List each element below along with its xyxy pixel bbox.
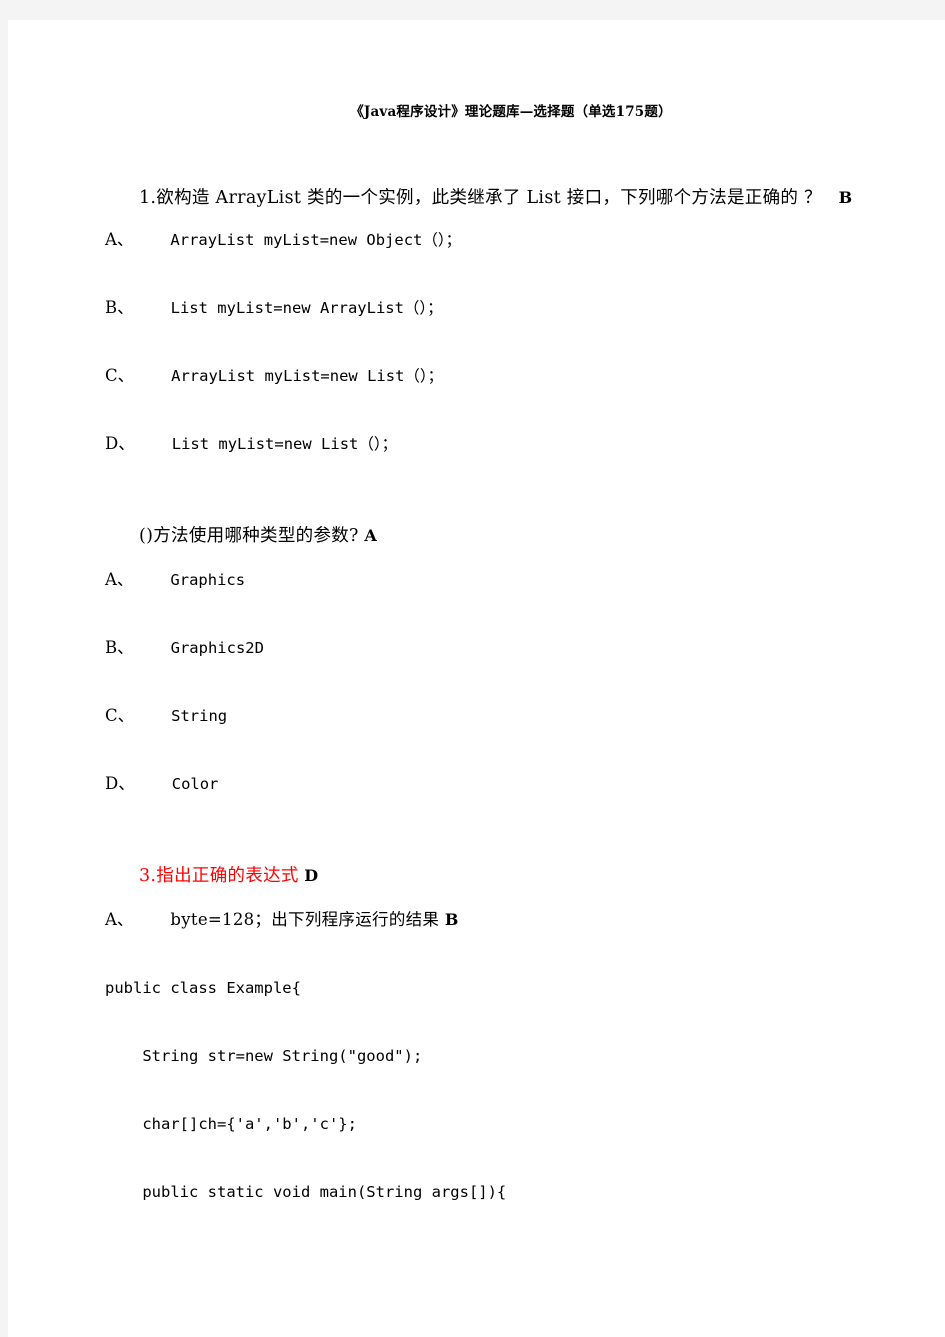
option-label: C、: [105, 366, 135, 385]
option-label: A、: [105, 910, 134, 929]
document-page: 《Java程序设计》理论题库—选择题（单选175题） 1.欲构造 ArrayLi…: [8, 20, 945, 1337]
question-stem-row: 1.欲构造 ArrayList 类的一个实例，此类继承了 List 接口，下列哪…: [105, 162, 905, 234]
option-row[interactable]: A、 ArrayList myList=new Object（）；: [105, 228, 905, 296]
option-row[interactable]: A、 Graphics: [105, 568, 905, 636]
question-stem-row: ()方法使用哪种类型的参数? A: [105, 500, 905, 572]
option-label: B、: [105, 638, 134, 657]
option-text: List myList=new ArrayList（）；: [170, 299, 443, 317]
code-line: public class Example{: [105, 979, 301, 997]
option-text: ArrayList myList=new Object（）；: [170, 231, 462, 249]
option-row[interactable]: C、 ArrayList myList=new List（）；: [105, 364, 905, 432]
question-stem: ()方法使用哪种类型的参数?: [139, 526, 359, 546]
option-text: Graphics2D: [170, 639, 264, 657]
document-body: 《Java程序设计》理论题库—选择题（单选175题） 1.欲构造 ArrayLi…: [105, 102, 905, 1248]
question-number: 1.: [139, 188, 157, 208]
question-stem: 欲构造 ArrayList 类的一个实例，此类继承了 List 接口，下列哪个方…: [156, 188, 822, 208]
option-label: D、: [105, 434, 135, 453]
option-text: List myList=new List（）；: [171, 435, 398, 453]
question-block: ()方法使用哪种类型的参数? A: [105, 500, 905, 568]
question-stem-row: 3.指出正确的表达式 D: [105, 840, 905, 912]
option-label: A、: [105, 570, 134, 589]
option-row[interactable]: D、 Color: [105, 772, 905, 840]
question-block: 1.欲构造 ArrayList 类的一个实例，此类继承了 List 接口，下列哪…: [105, 122, 905, 228]
option-row[interactable]: A、 byte=128；出下列程序运行的结果 B: [105, 908, 905, 976]
option-row[interactable]: D、 List myList=new List（）；: [105, 432, 905, 500]
code-line-row: public static void main(String args[]){: [105, 1180, 905, 1248]
option-row[interactable]: C、 String: [105, 704, 905, 772]
code-line-row: String str=new String("good");: [105, 1044, 905, 1112]
code-line: char[]ch={'a','b','c'};: [105, 1115, 357, 1133]
option-answer: B: [444, 910, 459, 929]
code-line: String str=new String("good");: [105, 1047, 423, 1065]
option-label: C、: [105, 706, 135, 725]
option-text: byte=128；出下列程序运行的结果: [170, 910, 440, 929]
question-answer: D: [304, 866, 319, 885]
question-block: 3.指出正确的表达式 D: [105, 840, 905, 908]
option-text: Graphics: [170, 571, 246, 589]
option-text: ArrayList myList=new List（）；: [171, 367, 444, 385]
question-answer: B: [838, 188, 853, 207]
question-number: 3.: [139, 866, 157, 886]
code-line: public static void main(String args[]){: [105, 1183, 507, 1201]
question-stem: 指出正确的表达式: [156, 866, 299, 886]
option-label: B、: [105, 298, 134, 317]
option-text: Color: [171, 775, 219, 793]
question-answer: A: [364, 526, 377, 545]
option-label: D、: [105, 774, 135, 793]
option-row[interactable]: B、 List myList=new ArrayList（）；: [105, 296, 905, 364]
code-line-row: char[]ch={'a','b','c'};: [105, 1112, 905, 1180]
page-title: 《Java程序设计》理论题库—选择题（单选175题）: [350, 104, 672, 120]
option-label: A、: [105, 230, 134, 249]
option-text: String: [171, 707, 228, 725]
option-row[interactable]: B、 Graphics2D: [105, 636, 905, 704]
code-line-row: public class Example{: [105, 976, 905, 1044]
